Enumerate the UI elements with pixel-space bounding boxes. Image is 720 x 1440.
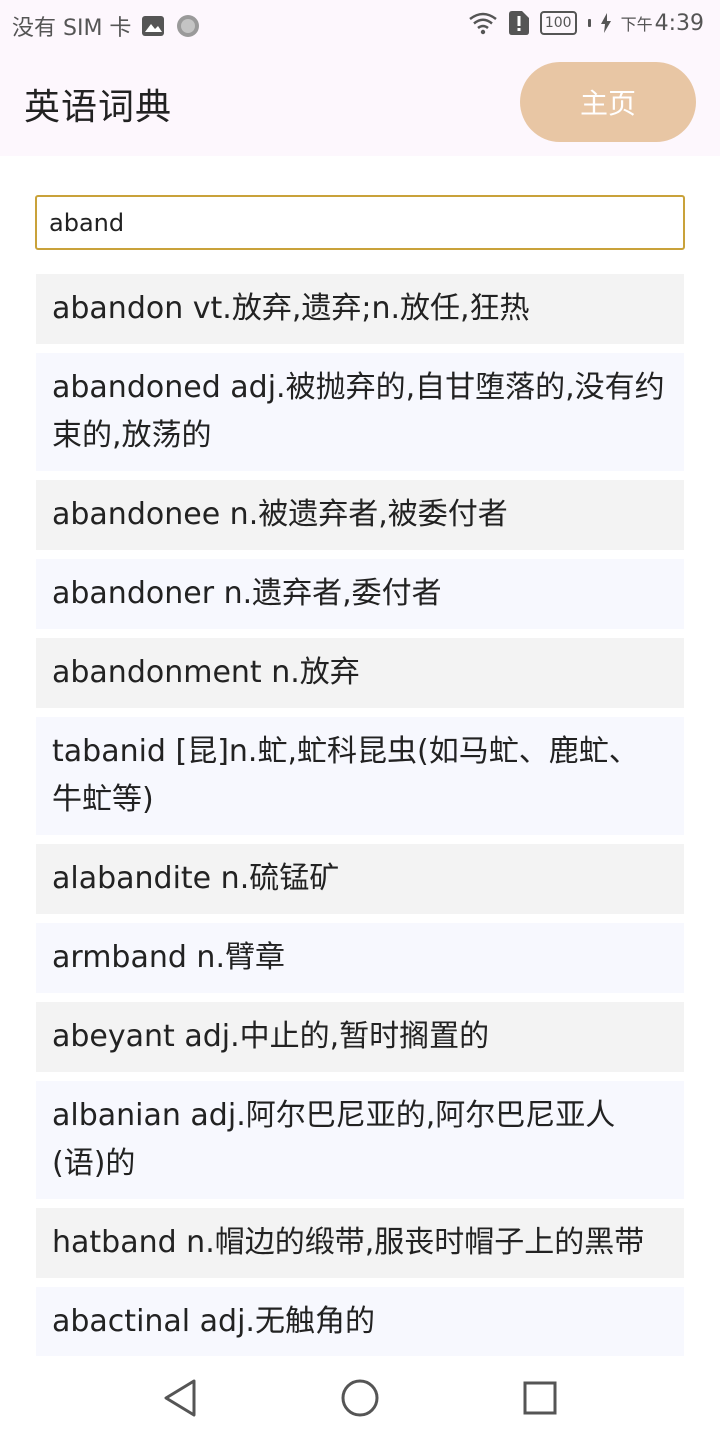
list-item[interactable]: tabanid [昆]n.虻,虻科昆虫(如马虻、鹿虻、牛虻等) (36, 717, 684, 835)
list-item[interactable]: armband n.臂章 (36, 923, 684, 993)
status-left: 没有 SIM 卡 (12, 10, 201, 42)
clock-period: 下午 (620, 14, 653, 34)
result-list: abandon vt.放弃,遗弃;n.放任,狂热 abandoned adj.被抛… (36, 274, 684, 1356)
battery-tip (587, 19, 591, 27)
home-button[interactable]: 主页 (520, 62, 696, 142)
screen: 没有 SIM 卡 100 下午4:39 英语词典 主页 aband abando… (0, 0, 720, 1440)
status-right: 100 下午4:39 (468, 10, 704, 36)
image-icon (141, 15, 165, 37)
wifi-icon (468, 11, 498, 35)
clock: 下午4:39 (621, 11, 704, 36)
recents-icon[interactable] (518, 1376, 562, 1420)
list-item[interactable]: hatband n.帽边的缎带,服丧时帽子上的黑带 (36, 1208, 684, 1278)
charging-icon (600, 13, 611, 33)
clock-time: 4:39 (654, 10, 704, 36)
list-item[interactable]: abandonee n.被遗弃者,被委付者 (36, 480, 684, 550)
app-bar: 英语词典 主页 (0, 50, 720, 156)
list-item[interactable]: abandon vt.放弃,遗弃;n.放任,狂热 (36, 274, 684, 344)
status-bar: 没有 SIM 卡 100 下午4:39 (0, 0, 720, 50)
battery-level: 100 (544, 15, 572, 31)
app-title: 英语词典 (24, 87, 173, 128)
search-input[interactable] (35, 195, 685, 250)
alert-icon (508, 10, 530, 36)
list-item[interactable]: abandoned adj.被抛弃的,自甘堕落的,没有约束的,放荡的 (36, 353, 684, 471)
nav-bar (0, 1356, 720, 1440)
list-item[interactable]: albanian adj.阿尔巴尼亚的,阿尔巴尼亚人(语)的 (36, 1081, 684, 1199)
list-item[interactable]: abeyant adj.中止的,暂时搁置的 (36, 1002, 684, 1072)
list-item[interactable]: abandonment n.放弃 (36, 638, 684, 708)
loading-icon (175, 13, 201, 39)
list-item[interactable]: abactinal adj.无触角的 (36, 1287, 684, 1356)
home-icon[interactable] (338, 1376, 382, 1420)
back-icon[interactable] (158, 1376, 202, 1420)
list-item[interactable]: abandoner n.遗弃者,委付者 (36, 559, 684, 629)
battery-icon: 100 (539, 11, 577, 35)
list-item[interactable]: alabandite n.硫锰矿 (36, 844, 684, 914)
carrier-label: 没有 SIM 卡 (12, 16, 132, 41)
